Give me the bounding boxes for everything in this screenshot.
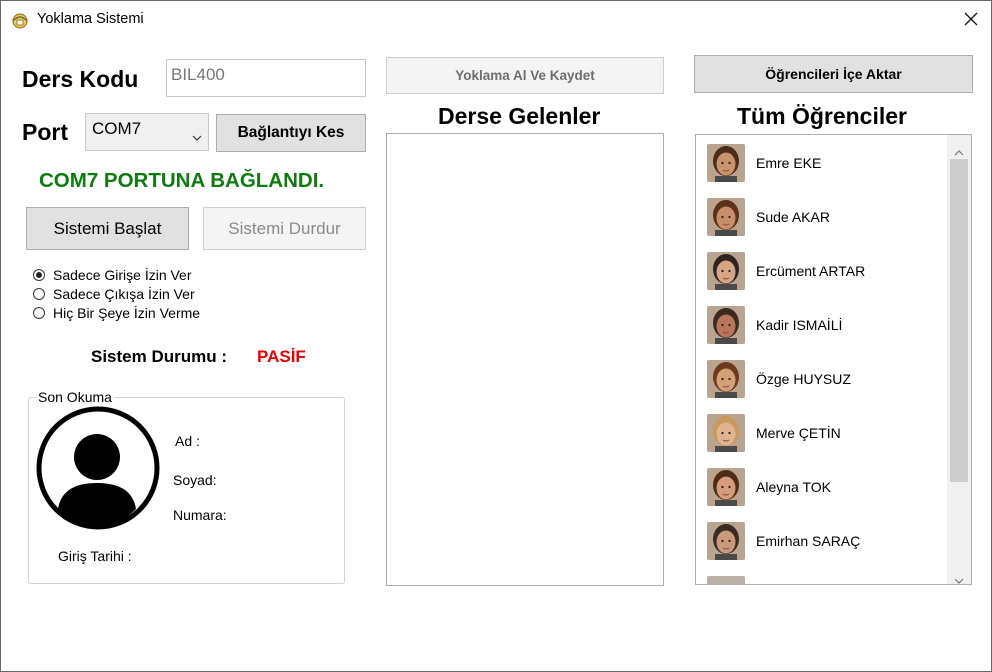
student-name: Merve ÇETİN: [756, 425, 841, 441]
student-name: Emirhan SARAÇ: [756, 533, 861, 549]
attendees-title: Derse Gelenler: [438, 103, 601, 129]
disconnect-button[interactable]: Bağlantıyı Kes: [216, 114, 366, 152]
student-photo-icon: [707, 144, 745, 182]
student-name: Emre EKE: [756, 155, 822, 171]
student-name: Aleyna TOK: [756, 479, 831, 495]
title-bar: Yoklama Sistemi: [1, 1, 991, 39]
student-photo-icon: [707, 198, 745, 236]
student-name: Sude AKAR: [756, 209, 830, 225]
close-icon: [964, 12, 978, 26]
student-list-item[interactable]: Kadir ISMAİLİ: [707, 305, 842, 345]
student-name: Ercüment ARTAR: [756, 263, 866, 279]
scrollbar-thumb[interactable]: [950, 159, 968, 482]
radio-label: Hiç Bir Şeye İzin Verme: [53, 305, 201, 321]
app-window: Yoklama Sistemi Ders Kodu BIL400 Port CO…: [0, 0, 992, 672]
radio-label: Sadece Girişe İzin Ver: [53, 267, 192, 283]
course-code-label: Ders Kodu: [22, 66, 139, 92]
all-students-title: Tüm Öğrenciler: [737, 103, 907, 129]
student-list-item[interactable]: [707, 575, 756, 584]
start-system-button[interactable]: Sistemi Başlat: [26, 207, 189, 250]
radio-selected-dot: [36, 272, 42, 278]
student-photo-icon: [707, 306, 745, 344]
student-list-item[interactable]: Aleyna TOK: [707, 467, 831, 507]
name-label: Ad :: [175, 433, 200, 449]
radio-indicator: [33, 307, 45, 319]
student-photo-icon: [707, 522, 745, 560]
system-status-value: PASİF: [257, 347, 306, 366]
chevron-down-icon: [192, 126, 202, 146]
window-title: Yoklama Sistemi: [37, 11, 144, 27]
stop-system-button[interactable]: Sistemi Durdur: [203, 207, 366, 250]
port-select[interactable]: COM7: [85, 113, 209, 151]
student-list-item[interactable]: Sude AKAR: [707, 197, 830, 237]
student-list-item[interactable]: Emirhan SARAÇ: [707, 521, 860, 561]
radio-indicator: [33, 269, 45, 281]
entry-date-label: Giriş Tarihi :: [58, 548, 132, 564]
connection-status-message: COM7 PORTUNA BAĞLANDI.: [39, 169, 325, 192]
scroll-down-icon[interactable]: [954, 571, 964, 589]
student-name: Kadir ISMAİLİ: [756, 317, 843, 333]
radio-indicator: [33, 288, 45, 300]
number-label: Numara:: [173, 507, 227, 523]
surname-label: Soyad:: [173, 472, 217, 488]
student-list-item[interactable]: Ercüment ARTAR: [707, 251, 865, 291]
student-photo-icon: [707, 414, 745, 452]
radio-allow-entry[interactable]: Sadece Girişe İzin Ver: [33, 267, 192, 283]
radio-allow-nothing[interactable]: Hiç Bir Şeye İzin Verme: [33, 305, 200, 321]
student-list-item[interactable]: Merve ÇETİN: [707, 413, 841, 453]
import-students-button[interactable]: Öğrencileri İçe Aktar: [694, 55, 973, 93]
student-photo-icon: [707, 576, 745, 584]
student-photo-icon: [707, 468, 745, 506]
system-status-label: Sistem Durumu :: [91, 347, 228, 366]
attendees-list[interactable]: [386, 133, 664, 586]
course-code-input[interactable]: BIL400: [166, 59, 366, 97]
port-label: Port: [22, 119, 68, 145]
student-photo-icon: [707, 360, 745, 398]
students-scrollbar[interactable]: [947, 135, 971, 584]
radio-allow-exit[interactable]: Sadece Çıkışa İzin Ver: [33, 286, 195, 302]
app-logo-icon: [10, 10, 30, 30]
take-attendance-save-button[interactable]: Yoklama Al Ve Kaydet: [386, 57, 664, 94]
radio-label: Sadece Çıkışa İzin Ver: [53, 286, 195, 302]
student-list-item[interactable]: Emre EKE: [707, 143, 821, 183]
port-select-value: COM7: [92, 119, 142, 138]
all-students-list[interactable]: Emre EKE Sude AKAR Ercüment ARTAR Kadir ISM…: [695, 134, 972, 585]
student-photo-icon: [707, 252, 745, 290]
student-name: Özge HUYSUZ: [756, 371, 851, 387]
user-avatar-icon: [36, 405, 160, 537]
student-list-item[interactable]: Özge HUYSUZ: [707, 359, 851, 399]
close-button[interactable]: [956, 6, 986, 32]
last-read-title: Son Okuma: [36, 389, 114, 405]
